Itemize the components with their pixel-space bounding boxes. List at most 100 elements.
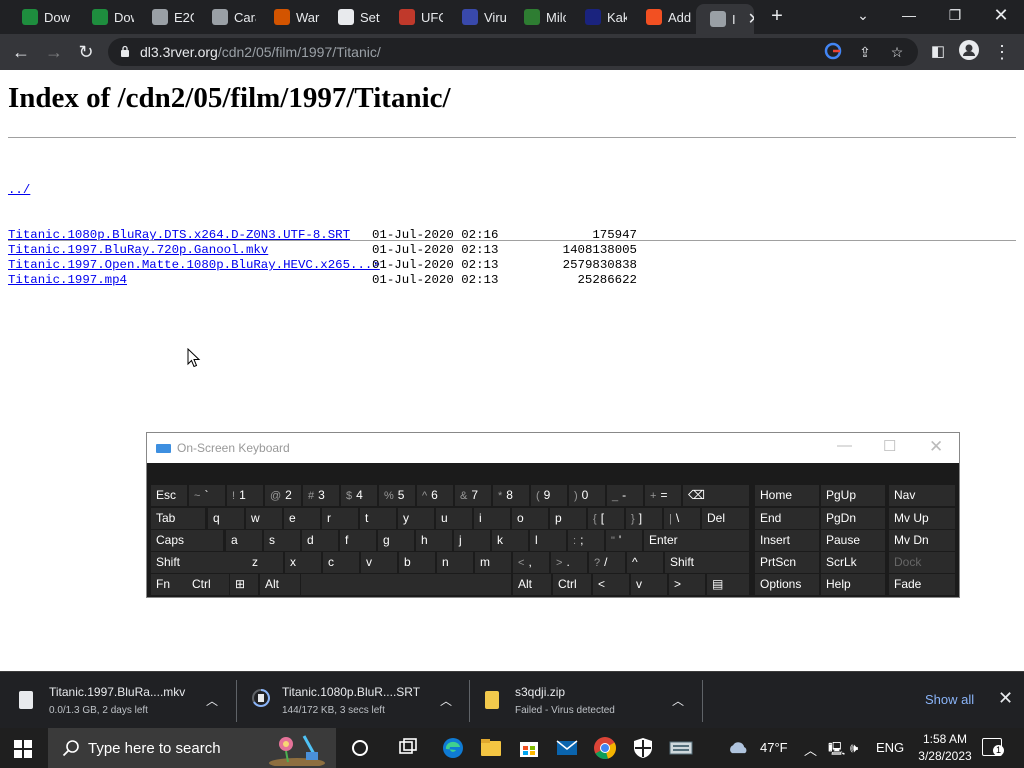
weather-cloud-icon[interactable] [727, 736, 751, 760]
osk-key[interactable]: ) 0 [569, 485, 605, 506]
osk-key[interactable]: g [378, 530, 414, 551]
browser-tab[interactable]: Milc [510, 4, 566, 30]
osk-key[interactable]: w [246, 508, 282, 529]
osk-key[interactable]: u [436, 508, 472, 529]
chrome-icon[interactable] [593, 736, 617, 760]
osk-key[interactable]: d [302, 530, 338, 551]
osk-key[interactable]: | \ [664, 508, 700, 529]
osk-key[interactable]: <, [513, 552, 549, 573]
osk-key[interactable]: b [399, 552, 435, 573]
volume-icon[interactable]: 🕪 [850, 740, 858, 756]
osk-key[interactable]: Alt [513, 574, 551, 595]
osk-key[interactable]: ^ 6 [417, 485, 453, 506]
file-link[interactable]: Titanic.1997.mp4 [8, 273, 127, 288]
task-view-icon[interactable] [396, 736, 420, 760]
mail-icon[interactable] [555, 736, 579, 760]
taskbar-search-box[interactable]: Type here to search [48, 728, 336, 768]
tab-search-button[interactable]: ⌄ [851, 4, 875, 26]
osk-key[interactable]: Del [702, 508, 749, 529]
osk-key[interactable]: Alt [260, 574, 300, 595]
chevron-up-icon[interactable]: ︿ [206, 692, 220, 708]
osk-key[interactable]: q [208, 508, 244, 529]
osk-key[interactable]: * 8 [493, 485, 529, 506]
osk-key[interactable]: Tab [151, 508, 205, 529]
file-link[interactable]: Titanic.1997.Open.Matte.1080p.BluRay.HEV… [8, 258, 380, 273]
osk-key[interactable]: :; [568, 530, 604, 551]
reload-button[interactable]: ↻ [74, 40, 98, 64]
osk-key[interactable]: x [285, 552, 321, 573]
osk-key[interactable]: Shift [151, 552, 247, 573]
osk-key[interactable]: s [264, 530, 300, 551]
osk-key[interactable]: Esc [151, 485, 187, 506]
osk-nav-key[interactable]: End [755, 508, 819, 529]
osk-key[interactable]: Enter [644, 530, 749, 551]
osk-nav-key[interactable]: Help [821, 574, 885, 595]
browser-tab[interactable]: War [260, 4, 320, 30]
close-tab-icon[interactable]: ✕ [748, 9, 754, 29]
show-all-button[interactable]: Show all [925, 692, 974, 707]
osk-key[interactable]: e [284, 508, 320, 529]
osk-key[interactable]: ⊞ [230, 574, 258, 595]
osk-key[interactable] [301, 574, 511, 595]
browser-tab[interactable]: Dow [8, 4, 74, 30]
browser-tab[interactable]: Kak [571, 4, 627, 30]
osk-nav-key[interactable]: Home [755, 485, 819, 506]
menu-kebab-icon[interactable]: ⋮ [990, 40, 1014, 64]
osk-key[interactable]: ▤ [707, 574, 749, 595]
edge-browser-icon[interactable] [441, 736, 465, 760]
osk-nav-key[interactable]: Dock [889, 552, 955, 573]
osk-key[interactable]: & 7 [455, 485, 491, 506]
windows-start-icon[interactable] [14, 740, 32, 758]
download-item[interactable]: s3qdji.zip Failed - Virus detected ︿ [485, 672, 700, 729]
notification-center-icon[interactable]: 1 [982, 738, 1004, 756]
osk-nav-key[interactable]: Mv Dn [889, 530, 955, 551]
osk-nav-key[interactable]: Options [755, 574, 819, 595]
osk-key[interactable]: }] [626, 508, 662, 529]
browser-tab[interactable]: Viru [448, 4, 506, 30]
osk-key[interactable]: ? / [589, 552, 625, 573]
profile-avatar[interactable] [957, 40, 981, 64]
osk-titlebar[interactable]: On-Screen Keyboard — ☐ ✕ [147, 433, 959, 463]
share-icon[interactable]: ⇪ [855, 42, 875, 62]
osk-key[interactable]: Fn [151, 574, 189, 595]
osk-key[interactable]: > [669, 574, 705, 595]
network-icon[interactable]: 🖳 [828, 740, 845, 762]
minimize-button[interactable]: — [897, 4, 921, 26]
osk-key[interactable]: i [474, 508, 510, 529]
osk-close-button[interactable]: ✕ [929, 437, 943, 457]
download-item[interactable]: Titanic.1997.BluRa....mkv 0.0/1.3 GB, 2 … [19, 672, 239, 729]
language-indicator[interactable]: ENG [876, 740, 904, 755]
system-clock[interactable]: 1:58 AM 3/28/2023 [914, 731, 976, 765]
osk-key[interactable]: $4 [341, 485, 377, 506]
osk-key[interactable]: k [492, 530, 528, 551]
lock-icon[interactable] [120, 45, 130, 58]
osk-key[interactable]: < [593, 574, 629, 595]
osk-key[interactable]: #3 [303, 485, 339, 506]
osk-maximize-button[interactable]: ☐ [883, 437, 896, 455]
osk-nav-key[interactable]: Nav [889, 485, 955, 506]
osk-key[interactable]: m [475, 552, 511, 573]
google-lens-icon[interactable] [823, 42, 843, 62]
osk-minimize-button[interactable]: — [837, 437, 852, 454]
osk-key[interactable]: + = [645, 485, 681, 506]
osk-key[interactable]: l [530, 530, 566, 551]
browser-tab[interactable]: UFO [385, 4, 443, 30]
close-shelf-button[interactable]: ✕ [998, 688, 1013, 709]
browser-tab[interactable]: Sett [324, 4, 380, 30]
browser-tab[interactable]: Add [632, 4, 692, 30]
new-tab-button[interactable]: + [766, 6, 788, 28]
osk-nav-key[interactable]: PgUp [821, 485, 885, 506]
tray-chevron-up-icon[interactable]: ︿ [804, 740, 817, 759]
osk-key[interactable]: ^ [627, 552, 663, 573]
microsoft-store-icon[interactable] [517, 736, 541, 760]
osk-key[interactable]: % 5 [379, 485, 415, 506]
address-bar[interactable]: dl3.3rver.org/cdn2/05/film/1997/Titanic/… [108, 38, 918, 66]
osk-key[interactable]: y [398, 508, 434, 529]
osk-key[interactable]: Ctrl [553, 574, 591, 595]
close-window-button[interactable]: ✕ [989, 4, 1013, 26]
osk-key[interactable]: z [247, 552, 283, 573]
windows-security-icon[interactable] [631, 736, 655, 760]
osk-key[interactable]: p [550, 508, 586, 529]
file-link[interactable]: Titanic.1997.BluRay.720p.Ganool.mkv [8, 243, 268, 258]
osk-key[interactable]: v [361, 552, 397, 573]
